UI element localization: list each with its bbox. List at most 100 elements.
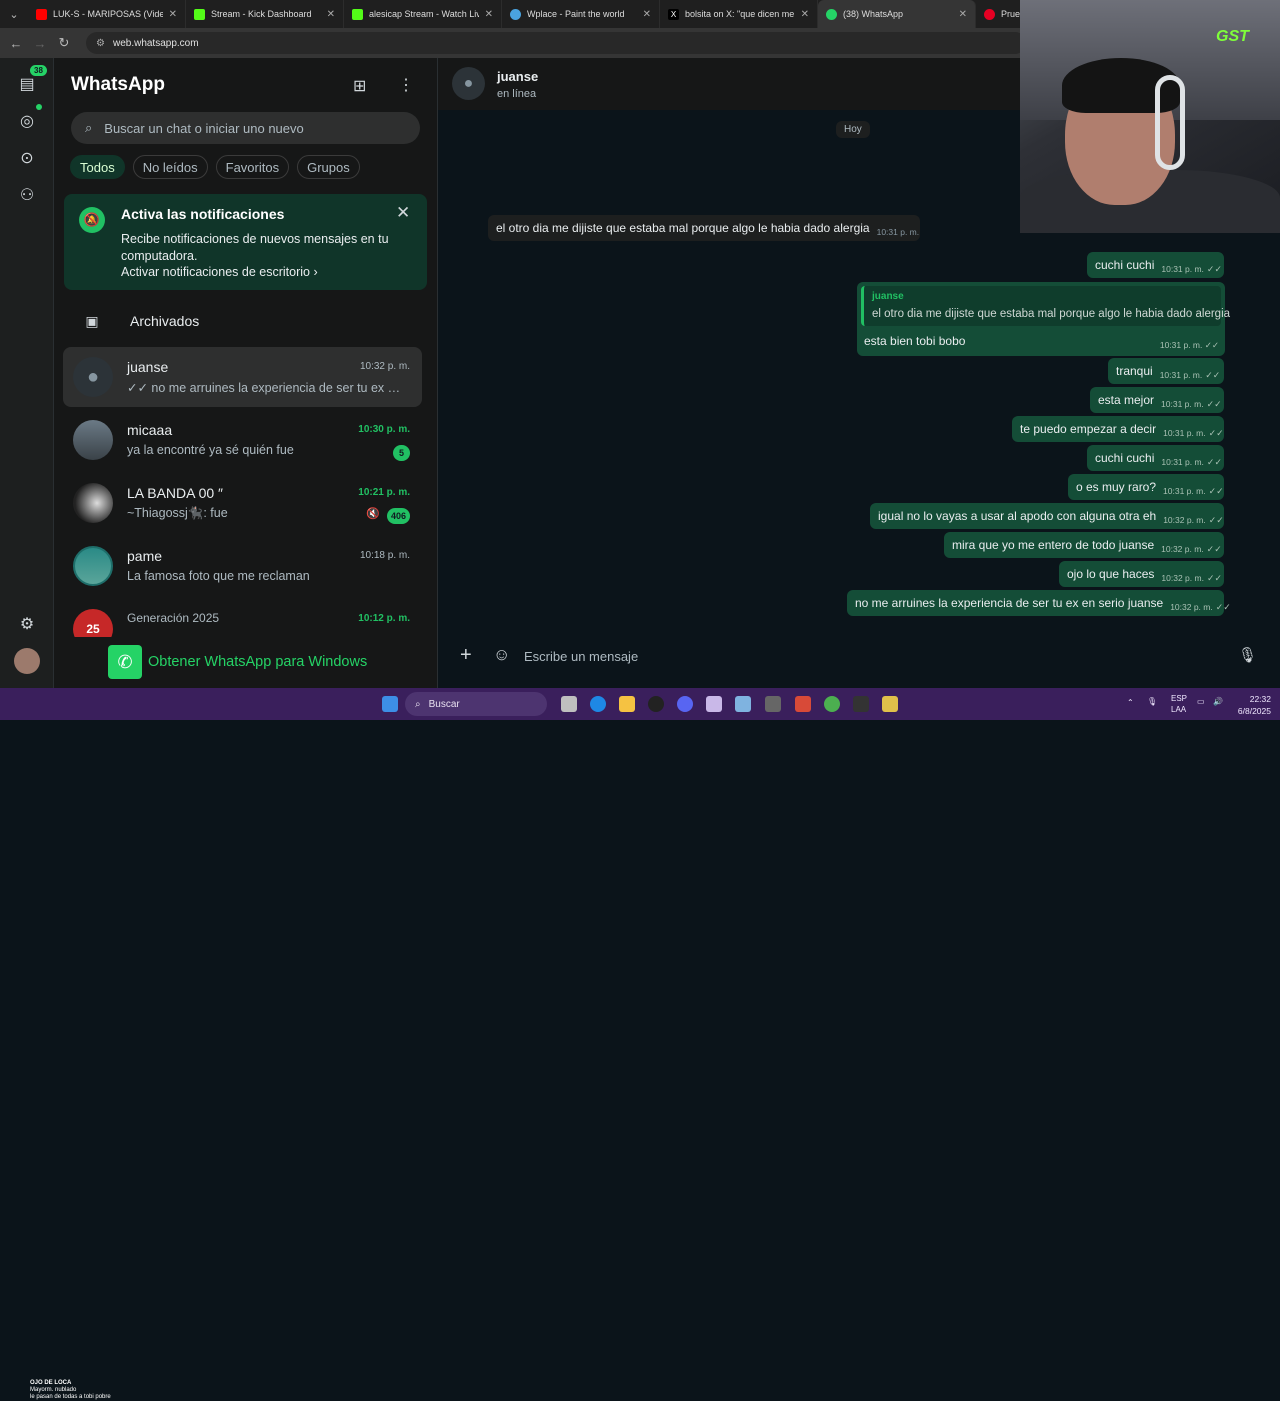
enable-notifications-link[interactable]: Activar notificaciones de escritorio › — [121, 265, 318, 279]
contact-status: en línea — [497, 88, 537, 100]
chat-row-la-banda[interactable]: LA BANDA 00 ″ 10:21 p. m. ~Thiagossj🐈‍⬛:… — [63, 473, 422, 533]
message-reply-outgoing[interactable]: juanse el otro dia me dijiste que estaba… — [857, 282, 1230, 356]
edge-icon[interactable] — [590, 696, 606, 712]
filter-all[interactable]: Todos — [70, 155, 125, 179]
app-icon[interactable] — [882, 696, 898, 712]
tab-close-icon[interactable]: ✕ — [169, 9, 177, 20]
message-outgoing[interactable]: esta mejor 10:31 p. m. ✓✓ — [1090, 387, 1224, 413]
avatar: 25 — [73, 609, 113, 637]
tab-close-icon[interactable]: ✕ — [801, 9, 809, 20]
chat-row-juanse[interactable]: ● juanse 10:32 p. m. ✓✓ no me arruines l… — [63, 347, 422, 407]
filter-chips: Todos No leídos Favoritos Grupos — [70, 155, 360, 179]
whatsapp-favicon-icon — [826, 8, 837, 20]
filter-favorites[interactable]: Favoritos — [215, 155, 290, 179]
attach-plus-icon[interactable]: + — [460, 644, 472, 667]
url-field[interactable]: ⚙ web.whatsapp.com — [86, 32, 1026, 54]
menu-dots-icon[interactable]: ⋮ — [398, 75, 414, 95]
quoted-message[interactable]: juanse el otro dia me dijiste que estaba… — [861, 286, 1230, 326]
photos-icon[interactable] — [735, 696, 751, 712]
notification-body: Recibe notificaciones de nuevos mensajes… — [121, 232, 389, 263]
avatar: ● — [73, 357, 113, 397]
read-ticks-icon: ✓✓ — [1206, 543, 1222, 554]
message-incoming[interactable]: el otro dia me dijiste que estaba mal po… — [488, 215, 920, 241]
settings-gear-icon[interactable]: ⚙ — [14, 611, 40, 637]
avatar[interactable]: ● — [452, 67, 485, 100]
notification-heading: Activa las notificaciones — [121, 206, 285, 222]
volume-icon[interactable]: 🔊 — [1213, 697, 1223, 706]
search-input[interactable]: ⌕ Buscar un chat o iniciar uno nuevo — [71, 112, 420, 144]
tab-kick-dashboard[interactable]: Stream - Kick Dashboard ✕ — [186, 0, 344, 28]
app-icon[interactable] — [853, 696, 869, 712]
tab-whatsapp[interactable]: (38) WhatsApp ✕ — [818, 0, 976, 28]
kick-favicon-icon — [194, 8, 205, 20]
status-icon[interactable]: ◎ — [14, 108, 40, 134]
close-icon[interactable]: ✕ — [396, 203, 410, 223]
back-arrow-icon[interactable]: ← — [4, 36, 28, 51]
message-outgoing[interactable]: igual no lo vayas a usar al apodo con al… — [870, 503, 1224, 529]
unread-count-badge: 5 — [393, 445, 410, 461]
tab-kick-stream[interactable]: alesicap Stream - Watch Live o✕ — [344, 0, 502, 28]
tab-youtube[interactable]: LUK-S - MARIPOSAS (Video Of✕ — [28, 0, 186, 28]
tab-close-icon[interactable]: ✕ — [959, 9, 967, 20]
read-ticks-icon: ✓✓ — [1208, 427, 1224, 438]
wplace-favicon-icon — [510, 8, 521, 20]
emoji-icon[interactable]: ☺ — [493, 645, 510, 665]
chat-row-pame[interactable]: pame 10:18 p. m. La famosa foto que me r… — [63, 536, 422, 596]
bell-off-icon: 🔕 — [79, 207, 105, 233]
x-favicon-icon: X — [668, 8, 679, 20]
message-outgoing[interactable]: no me arruines la experiencia de ser tu … — [847, 590, 1231, 616]
forward-arrow-icon[interactable]: → — [28, 36, 52, 51]
notification-banner: 🔕 Activa las notificaciones Recibe notif… — [64, 194, 427, 290]
task-view-icon[interactable] — [561, 696, 577, 712]
message-composer: + ☺ Escribe un mensaje 🎙 — [438, 634, 1280, 680]
tab-wplace[interactable]: Wplace - Paint the world ✕ — [502, 0, 660, 28]
message-outgoing[interactable]: ojo lo que haces 10:32 p. m. ✓✓ — [1059, 561, 1224, 587]
windows-start-icon[interactable] — [382, 696, 398, 712]
filter-unread[interactable]: No leídos — [132, 155, 208, 179]
chevron-up-icon[interactable]: ⌃ — [1127, 698, 1134, 707]
tab-list-dropdown[interactable]: ⌄ — [0, 0, 28, 28]
new-chat-icon[interactable]: ⊞ — [353, 76, 366, 96]
search-icon: ⌕ — [415, 698, 421, 710]
chevron-right-icon: › — [313, 265, 318, 279]
message-outgoing[interactable]: cuchi cuchi 10:31 p. m. ✓✓ — [1087, 445, 1224, 471]
avatar — [73, 546, 113, 586]
message-outgoing[interactable]: cuchi cuchi 10:31 p. m. ✓✓ — [1087, 252, 1224, 278]
file-explorer-icon[interactable] — [619, 696, 635, 712]
tab-close-icon[interactable]: ✕ — [643, 9, 651, 20]
read-ticks-icon: ✓✓ — [1206, 398, 1222, 409]
system-tray: ⌃ 🎙 ESP LAA ▭ 🔊 22:32 6/8/2025 — [1127, 694, 1271, 716]
chat-row-micaaa[interactable]: micaaa 10:30 p. m. ya la encontré ya sé … — [63, 410, 422, 470]
obs-icon[interactable] — [648, 696, 664, 712]
message-outgoing[interactable]: mira que yo me entero de todo juanse 10:3… — [944, 532, 1224, 558]
taskbar-search[interactable]: ⌕ Buscar — [405, 692, 547, 716]
app-icon[interactable] — [706, 696, 722, 712]
discord-icon[interactable] — [677, 696, 693, 712]
message-outgoing[interactable]: o es muy raro? 10:31 p. m. ✓✓ — [1068, 474, 1224, 500]
tab-close-icon[interactable]: ✕ — [485, 9, 493, 20]
channels-icon[interactable]: ⊙ — [14, 145, 40, 171]
day-separator: Hoy — [836, 121, 870, 138]
unread-badge: 38 — [30, 65, 47, 76]
microphone-icon[interactable]: 🎙 — [1147, 697, 1157, 706]
communities-icon[interactable]: ⚇ — [14, 182, 40, 208]
profile-avatar[interactable] — [14, 648, 40, 674]
chrome-icon[interactable] — [824, 696, 840, 712]
message-input[interactable]: Escribe un mensaje — [524, 649, 638, 664]
message-outgoing[interactable]: tranqui 10:31 p. m. ✓✓ — [1108, 358, 1224, 384]
tab-x-post[interactable]: Xbolsita on X: "que dicen me sac✕ — [660, 0, 818, 28]
filter-groups[interactable]: Grupos — [297, 155, 360, 179]
get-windows-app-button[interactable]: ✆ Obtener WhatsApp para Windows — [108, 644, 438, 680]
chat-row-generacion[interactable]: 25 Generación 2025 10:12 p. m. — [63, 599, 422, 637]
site-info-icon[interactable]: ⚙ — [96, 38, 105, 49]
message-outgoing[interactable]: te puedo empezar a decir 10:31 p. m. ✓✓ — [1012, 416, 1224, 442]
reload-icon[interactable]: ↻ — [52, 35, 76, 51]
unread-count-badge: 406 — [386, 508, 410, 524]
network-icon[interactable]: ▭ — [1197, 697, 1205, 706]
app-icon[interactable] — [795, 696, 811, 712]
archived-row[interactable]: ▣ Archivados — [54, 301, 424, 341]
webcam-overlay: GST — [1020, 0, 1280, 233]
tab-close-icon[interactable]: ✕ — [327, 9, 335, 20]
microphone-icon[interactable]: 🎙 — [1238, 646, 1257, 664]
app-icon[interactable] — [765, 696, 781, 712]
